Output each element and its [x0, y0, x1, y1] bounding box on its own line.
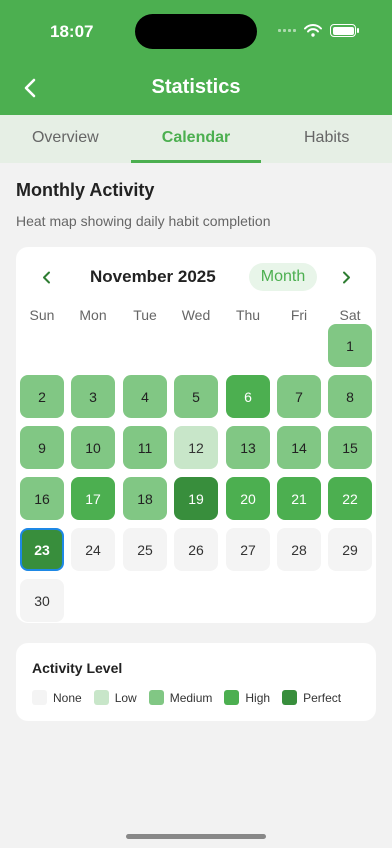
legend-label: None [53, 690, 82, 705]
calendar-day[interactable]: 13 [226, 426, 270, 469]
calendar-day[interactable]: 30 [20, 579, 64, 622]
signal-icon [278, 29, 296, 32]
legend-title: Activity Level [32, 660, 123, 676]
calendar-card: November 2025 Month Sun Mon Tue Wed Thu Fri Sa… [16, 247, 376, 623]
weekday-label-mon: Mon [79, 307, 107, 323]
legend-card: Activity Level None Low Medium High Perfect [16, 643, 376, 721]
legend-swatch [32, 690, 47, 705]
view-mode-toggle[interactable]: Month [249, 263, 317, 291]
calendar-day[interactable]: 26 [174, 528, 218, 571]
weekday-label-thu: Thu [235, 307, 261, 323]
legend-swatch [93, 690, 109, 705]
calendar-day[interactable]: 3 [71, 375, 115, 418]
battery-icon [330, 24, 359, 37]
section-subtitle: Heat map showing daily habit completion [16, 213, 271, 229]
calendar-nav: November 2025 Month [16, 263, 376, 291]
legend-label: Low [114, 690, 137, 705]
legend-swatch [282, 690, 298, 705]
month-label: November 2025 [90, 267, 216, 286]
legend-item-medium: Medium [148, 690, 213, 705]
legend-label: High [245, 690, 271, 705]
calendar-day-today[interactable]: 23 [20, 528, 64, 571]
calendar-day[interactable]: 18 [123, 477, 167, 520]
calendar-day[interactable]: 17 [71, 477, 115, 520]
calendar-day[interactable]: 4 [123, 375, 167, 418]
chevron-right-icon [342, 271, 350, 283]
calendar-day[interactable]: 24 [71, 528, 115, 571]
wifi-icon [304, 24, 322, 37]
legend-item-low: Low [93, 690, 137, 705]
status-time: 18:07 [50, 22, 94, 41]
calendar-day[interactable]: 5 [174, 375, 218, 418]
calendar-day[interactable]: 7 [277, 375, 321, 418]
weekday-label-sat: Sat [339, 307, 361, 323]
calendar-day[interactable]: 21 [277, 477, 321, 520]
calendar-day[interactable]: 14 [277, 426, 321, 469]
page-title: Statistics [151, 76, 241, 98]
legend-label: Medium [169, 690, 213, 705]
weekday-label-sun: Sun [29, 307, 55, 323]
calendar-day[interactable]: 27 [226, 528, 270, 571]
legend-item-perfect: Perfect [282, 690, 341, 705]
calendar-day[interactable]: 16 [20, 477, 64, 520]
legend-swatch [148, 690, 164, 705]
weekday-label-fri: Fri [290, 307, 308, 323]
calendar-day[interactable]: 8 [328, 375, 372, 418]
calendar-day[interactable]: 28 [277, 528, 321, 571]
legend-item-none: None [32, 690, 82, 705]
tab-overview[interactable]: Overview [0, 115, 131, 163]
calendar-day[interactable]: 19 [174, 477, 218, 520]
calendar-day[interactable]: 11 [123, 426, 167, 469]
calendar-day[interactable]: 25 [123, 528, 167, 571]
calendar-grid: 1 2 3 4 5 6 7 8 9 10 11 12 13 14 15 16 17 18 19 20 21 22 23 24 2… [16, 324, 376, 624]
calendar-day[interactable]: 1 [328, 324, 372, 367]
calendar-day[interactable]: 22 [328, 477, 372, 520]
home-indicator [126, 834, 266, 839]
dynamic-island [135, 14, 257, 49]
previous-month-button[interactable] [36, 267, 56, 287]
tab-bar: Overview Calendar Habits [0, 115, 392, 163]
calendar-day[interactable]: 12 [174, 426, 218, 469]
legend-label: Perfect [303, 690, 342, 705]
section-title: Monthly Activity [16, 180, 155, 200]
legend-item-high: High [224, 690, 270, 705]
weekday-label-wed: Wed [181, 307, 211, 323]
calendar-day[interactable]: 6 [226, 375, 270, 418]
chevron-left-icon [42, 271, 50, 283]
status-icons [278, 24, 359, 37]
calendar-day[interactable]: 20 [226, 477, 270, 520]
calendar-day[interactable]: 9 [20, 426, 64, 469]
weekday-label-tue: Tue [133, 307, 157, 323]
legend-items: None Low Medium High Perfect [32, 690, 341, 705]
weekday-header: Sun Mon Tue Wed Thu Fri Sat [16, 307, 376, 323]
calendar-day[interactable]: 15 [328, 426, 372, 469]
calendar-day[interactable]: 10 [71, 426, 115, 469]
tab-calendar[interactable]: Calendar [130, 115, 262, 163]
tab-habits[interactable]: Habits [261, 115, 392, 163]
legend-swatch [224, 690, 240, 705]
calendar-day[interactable]: 29 [328, 528, 372, 571]
app-header: 18:07 Statistics [0, 0, 392, 115]
calendar-day[interactable]: 2 [20, 375, 64, 418]
next-month-button[interactable] [336, 267, 356, 287]
